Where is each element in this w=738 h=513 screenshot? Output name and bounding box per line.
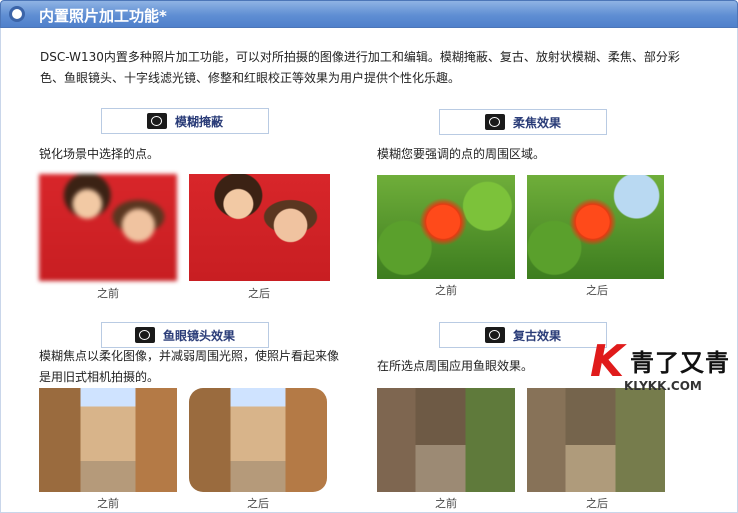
watermark-logo: K 青了又青 KLYKK.COM (590, 339, 736, 401)
intro-text: DSC-W130内置多种照片加工功能，可以对所拍摄的图像进行加工和编辑。模糊掩蔽… (40, 50, 680, 85)
before-caption: 之前 (97, 497, 119, 510)
after-image (189, 174, 330, 281)
after-image (189, 388, 327, 492)
circle-bullet-icon (9, 6, 25, 22)
after-caption: 之后 (248, 287, 270, 300)
after-caption: 之后 (586, 497, 608, 510)
camera-retro-icon (484, 327, 505, 343)
before-image (39, 174, 177, 281)
before-image (39, 388, 177, 492)
before-caption: 之前 (97, 287, 119, 300)
feature-label-text: 模糊掩蔽 (174, 114, 223, 129)
feature-label-retro: 复古效果 (439, 322, 607, 348)
watermark-text: 青了又青 (630, 349, 730, 377)
page-title: 内置照片加工功能* (39, 7, 167, 25)
feature-description: 锐化场景中选择的点。 (39, 147, 160, 161)
feature-description: 在所选点周围应用鱼眼效果。 (377, 359, 534, 373)
section-header: 内置照片加工功能* (0, 0, 738, 28)
after-image (527, 388, 665, 492)
camera-mask-icon (146, 113, 167, 129)
watermark-letter: K (590, 336, 625, 387)
after-caption: 之后 (247, 497, 269, 510)
watermark-url: KLYKK.COM (624, 379, 702, 393)
before-image (377, 175, 515, 279)
camera-soft-icon (484, 114, 505, 130)
after-image (527, 175, 664, 279)
after-caption: 之后 (586, 284, 608, 297)
feature-label-text: 鱼眼镜头效果 (162, 328, 235, 343)
before-caption: 之前 (435, 497, 457, 510)
feature-description: 模糊您要强调的点的周围区域。 (377, 147, 546, 161)
before-image (377, 388, 515, 492)
feature-label-text: 柔焦效果 (512, 115, 561, 130)
feature-label-text: 复古效果 (512, 328, 561, 343)
feature-description: 模糊焦点以柔化图像，并减弱周围光照，使照片看起来像是用旧式相机拍摄的。 (39, 349, 340, 384)
camera-fisheye-icon (134, 327, 155, 343)
before-caption: 之前 (435, 284, 457, 297)
feature-label-soft-focus: 柔焦效果 (439, 109, 607, 135)
feature-label-blur-mask: 模糊掩蔽 (101, 108, 269, 134)
feature-label-fisheye: 鱼眼镜头效果 (101, 322, 269, 348)
